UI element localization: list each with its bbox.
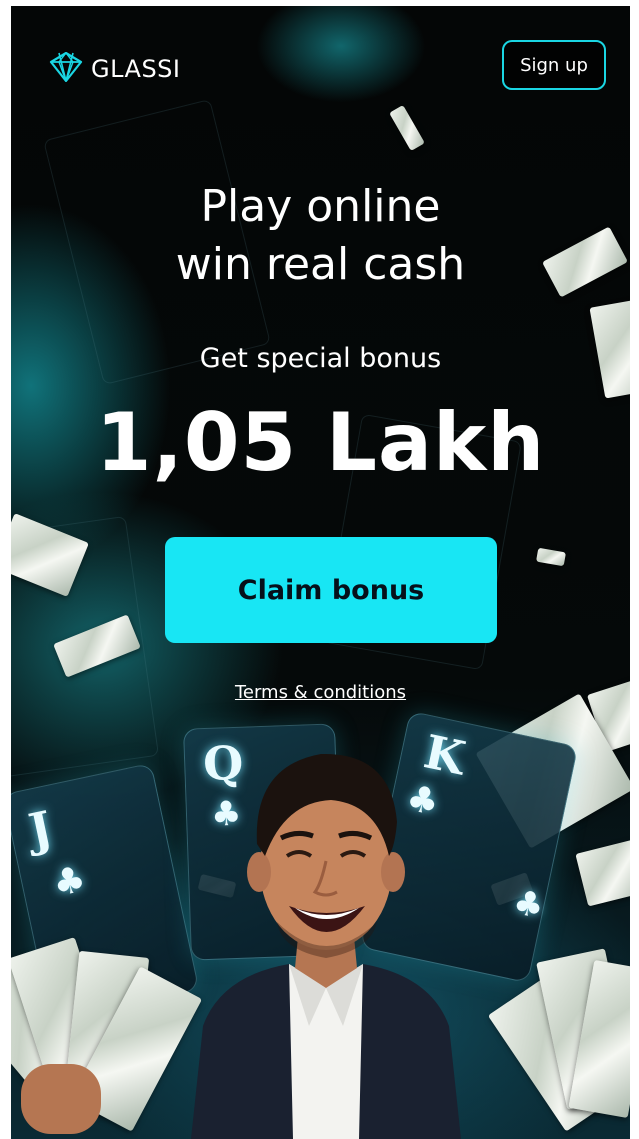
cash-fan-left [11,934,203,1139]
signup-button[interactable]: Sign up [502,40,606,90]
diamond-icon [49,51,83,86]
left-hand [21,1064,101,1134]
claim-bonus-button[interactable]: Claim bonus [165,537,497,643]
cash-fan-right [487,934,630,1139]
logo-text: GLASSI [91,55,181,83]
headline-line-2: win real cash [175,239,466,290]
bonus-subheading: Get special bonus [199,343,442,374]
header: GLASSI Sign up [49,40,606,94]
smiling-man-illustration [181,726,471,1139]
headline-line-1: Play online [200,181,441,232]
promo-banner: GLASSI Sign up Play online win real cash… [11,6,630,1139]
card-letter-jack: J [24,800,57,858]
bonus-amount: 1,05 Lakh [95,396,546,489]
headline: Play online win real cash [11,178,630,294]
club-icon: ♣ [49,858,90,906]
logo[interactable]: GLASSI [49,51,181,86]
terms-link[interactable]: Terms & conditions [11,682,630,703]
